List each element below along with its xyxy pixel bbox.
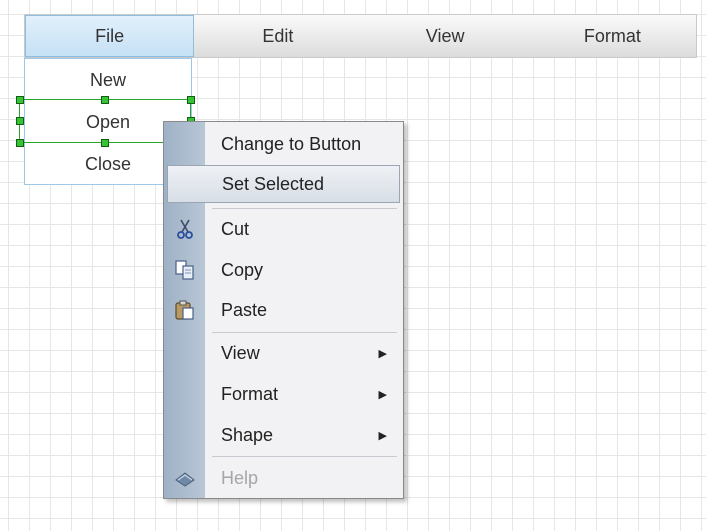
context-item-shape[interactable]: Shape ▶: [164, 416, 403, 454]
submenu-arrow-icon: ▶: [378, 388, 387, 401]
menu-file[interactable]: File: [25, 15, 195, 57]
context-item-copy[interactable]: Copy: [164, 251, 403, 289]
file-menu-item-new[interactable]: New: [25, 59, 191, 101]
context-menu: Change to Button Set Selected Cut Copy P…: [163, 121, 404, 499]
context-menu-separator: [212, 456, 397, 457]
context-item-set-selected[interactable]: Set Selected: [167, 165, 400, 203]
context-item-help: Help: [164, 459, 403, 497]
resize-handle-middle-left[interactable]: [16, 117, 24, 125]
context-item-view[interactable]: View ▶: [164, 334, 403, 372]
resize-handle-bottom-middle[interactable]: [101, 139, 109, 147]
paste-icon: [174, 299, 196, 321]
submenu-arrow-icon: ▶: [378, 347, 387, 360]
menu-view[interactable]: View: [362, 15, 529, 57]
context-menu-separator: [212, 332, 397, 333]
menu-edit[interactable]: Edit: [194, 15, 361, 57]
menu-bar: File Edit View Format: [24, 14, 697, 58]
resize-handle-top-left[interactable]: [16, 96, 24, 104]
resize-handle-bottom-left[interactable]: [16, 139, 24, 147]
submenu-arrow-icon: ▶: [378, 429, 387, 442]
context-item-cut[interactable]: Cut: [164, 210, 403, 248]
resize-handle-top-right[interactable]: [187, 96, 195, 104]
context-item-change-to-button[interactable]: Change to Button: [164, 125, 403, 163]
resize-handle-top-middle[interactable]: [101, 96, 109, 104]
menu-format[interactable]: Format: [529, 15, 696, 57]
context-item-format[interactable]: Format ▶: [164, 375, 403, 413]
context-item-paste[interactable]: Paste: [164, 291, 403, 329]
context-menu-separator: [212, 208, 397, 209]
copy-icon: [174, 259, 196, 281]
help-book-icon: [174, 467, 196, 489]
scissors-icon: [174, 218, 196, 240]
